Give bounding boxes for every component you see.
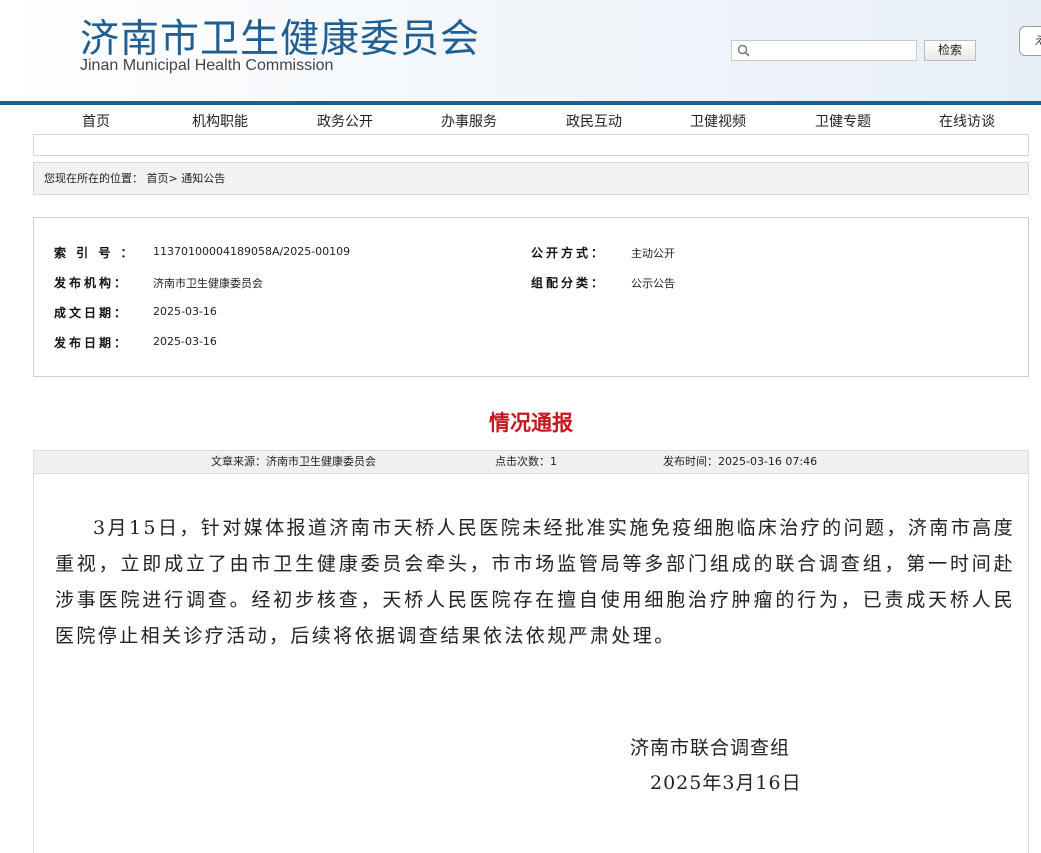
nav-item-interaction[interactable]: 政民互动 xyxy=(554,111,634,131)
document-metadata: 索 引 号 ： 11370100004189058A/2025-00109 发布… xyxy=(33,217,1029,377)
publisher-label: 发布机构： xyxy=(54,276,130,290)
signature-date: 2025年3月16日 xyxy=(650,772,802,794)
article-title: 情况通报 xyxy=(489,410,573,435)
accessibility-button[interactable]: え xyxy=(1019,26,1041,56)
publish-date-value: 2025-03-16 xyxy=(153,335,217,348)
search-button[interactable]: 检索 xyxy=(924,40,976,61)
article-clicks: 点击次数：1 xyxy=(495,455,557,468)
breadcrumb: 您现在所在的位置： 首页> 通知公告 xyxy=(33,162,1029,195)
index-number-label: 索 引 号 ： xyxy=(54,246,136,260)
nav-item-topics[interactable]: 卫健专题 xyxy=(803,111,883,131)
search-icon xyxy=(737,44,750,57)
site-logo-subtitle: Jinan Municipal Health Commission xyxy=(80,57,334,74)
publisher-value: 济南市卫生健康委员会 xyxy=(153,277,263,290)
header-divider xyxy=(0,101,1041,105)
nav-item-videos[interactable]: 卫健视频 xyxy=(678,111,758,131)
nav-item-services[interactable]: 办事服务 xyxy=(429,111,509,131)
nav-item-home[interactable]: 首页 xyxy=(56,111,136,131)
article-info-bar: 文章来源：济南市卫生健康委员会 点击次数：1 发布时间：2025-03-16 0… xyxy=(33,450,1029,474)
index-number-value: 11370100004189058A/2025-00109 xyxy=(153,245,351,258)
site-logo-title[interactable]: 济南市卫生健康委员会 xyxy=(80,8,480,64)
disclosure-label: 公开方式： xyxy=(531,246,607,260)
nav-item-functions[interactable]: 机构职能 xyxy=(180,111,260,131)
main-nav: 首页 机构职能 政务公开 办事服务 政民互动 卫健视频 卫健专题 在线访谈 xyxy=(0,107,1041,134)
search-input[interactable] xyxy=(754,42,914,59)
written-date-value: 2025-03-16 xyxy=(153,305,217,318)
nav-item-gov-affairs[interactable]: 政务公开 xyxy=(305,111,385,131)
breadcrumb-text[interactable]: 您现在所在的位置： 首页> 通知公告 xyxy=(44,172,225,185)
article-body: 3月15日，针对媒体报道济南市天桥人民医院未经批准实施免疫细胞临床治疗的问题，济… xyxy=(55,517,1015,647)
article-publish-time: 发布时间：2025-03-16 07:46 xyxy=(663,455,818,468)
article-source: 文章来源：济南市卫生健康委员会 xyxy=(211,455,376,468)
site-header: 济南市卫生健康委员会 Jinan Municipal Health Commis… xyxy=(0,0,1041,101)
signature-organization: 济南市联合调查组 xyxy=(630,737,791,759)
category-value: 公示公告 xyxy=(631,277,675,290)
sub-nav-bar xyxy=(33,134,1029,156)
disclosure-value: 主动公开 xyxy=(631,247,675,260)
publish-date-label: 发布日期： xyxy=(54,336,130,350)
nav-item-interviews[interactable]: 在线访谈 xyxy=(927,111,1007,131)
search-box xyxy=(731,40,917,61)
category-label: 组配分类： xyxy=(531,276,607,290)
written-date-label: 成文日期： xyxy=(54,306,130,320)
